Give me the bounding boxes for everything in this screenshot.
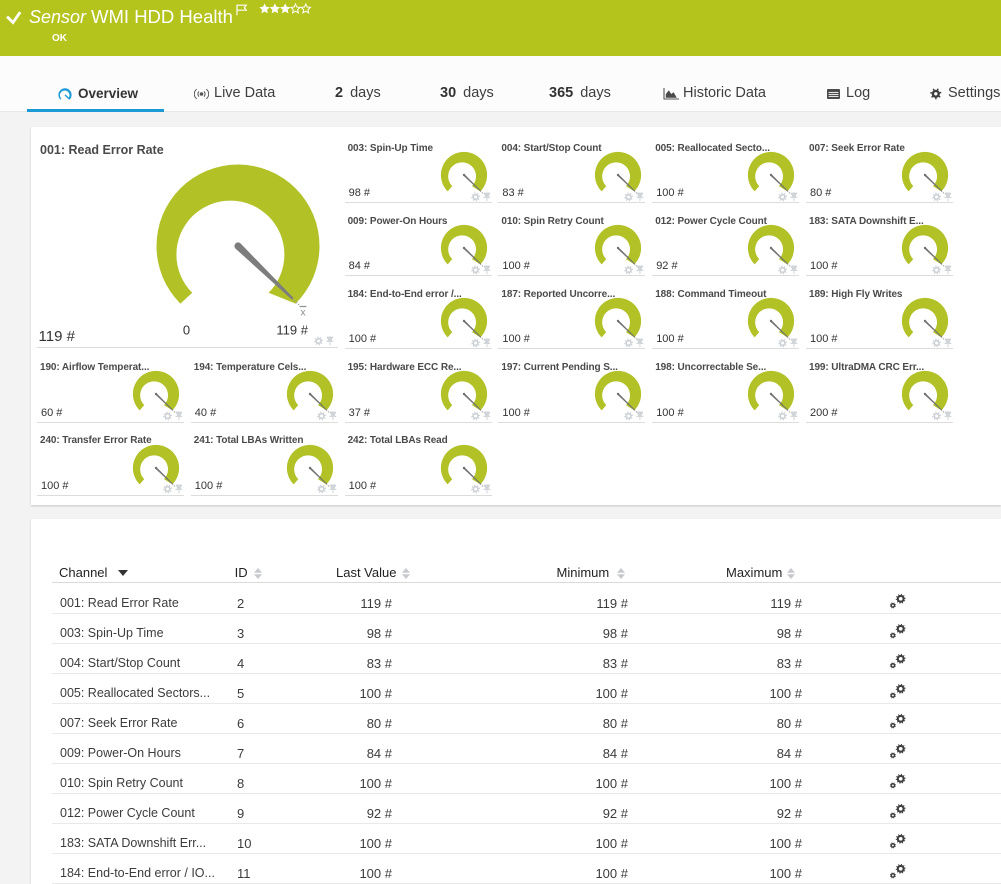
svg-text:x: x (300, 307, 306, 319)
svg-text:0: 0 (183, 323, 190, 338)
svg-text:119 #: 119 # (276, 323, 308, 338)
